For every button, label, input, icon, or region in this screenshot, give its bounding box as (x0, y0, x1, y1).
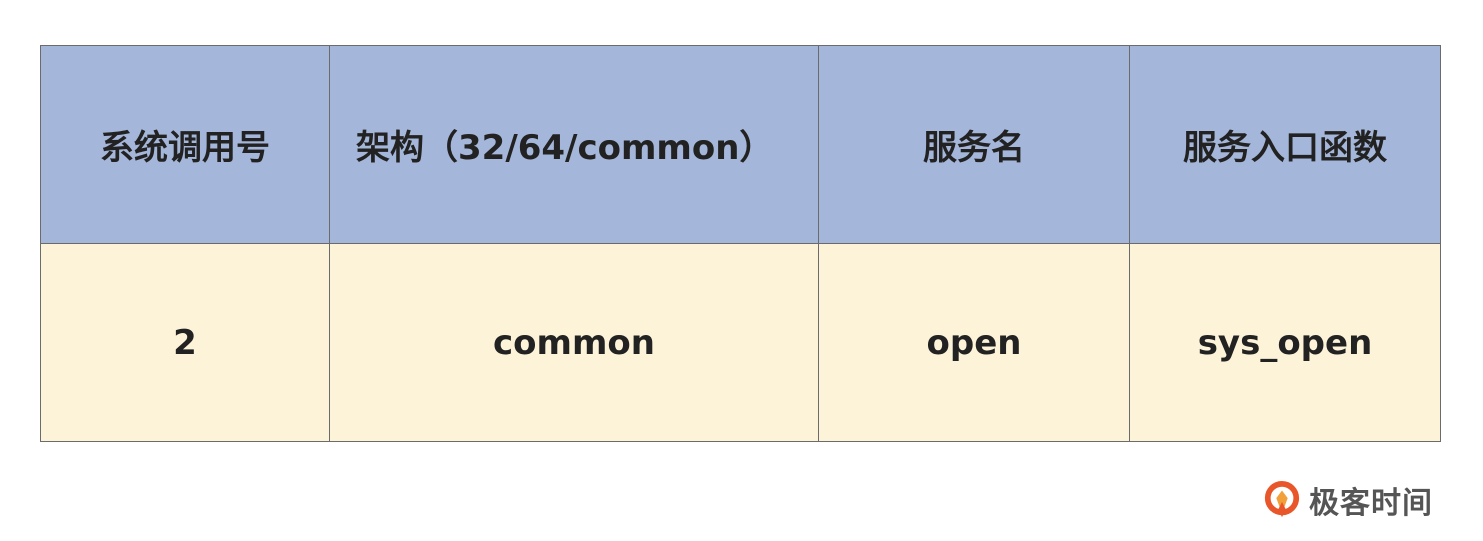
cell-architecture: common (329, 243, 819, 442)
header-entry-function: 服务入口函数 (1129, 45, 1441, 244)
page: 系统调用号 架构（32/64/common） 服务名 服务入口函数 2 comm… (0, 0, 1483, 541)
syscall-table: 系统调用号 架构（32/64/common） 服务名 服务入口函数 2 comm… (40, 45, 1441, 442)
header-syscall-number: 系统调用号 (40, 45, 330, 244)
cell-entry-function: sys_open (1129, 243, 1441, 442)
header-architecture: 架构（32/64/common） (329, 45, 819, 244)
table-header-row: 系统调用号 架构（32/64/common） 服务名 服务入口函数 (40, 45, 1441, 244)
cell-syscall-number: 2 (40, 243, 330, 442)
cell-service-name: open (818, 243, 1130, 442)
geektime-logo-icon (1264, 481, 1300, 518)
table-row: 2 common open sys_open (40, 243, 1441, 442)
brand-name: 极客时间 (1309, 486, 1433, 521)
header-service-name: 服务名 (818, 45, 1130, 244)
brand-logo: 极客时间 (1263, 478, 1433, 522)
